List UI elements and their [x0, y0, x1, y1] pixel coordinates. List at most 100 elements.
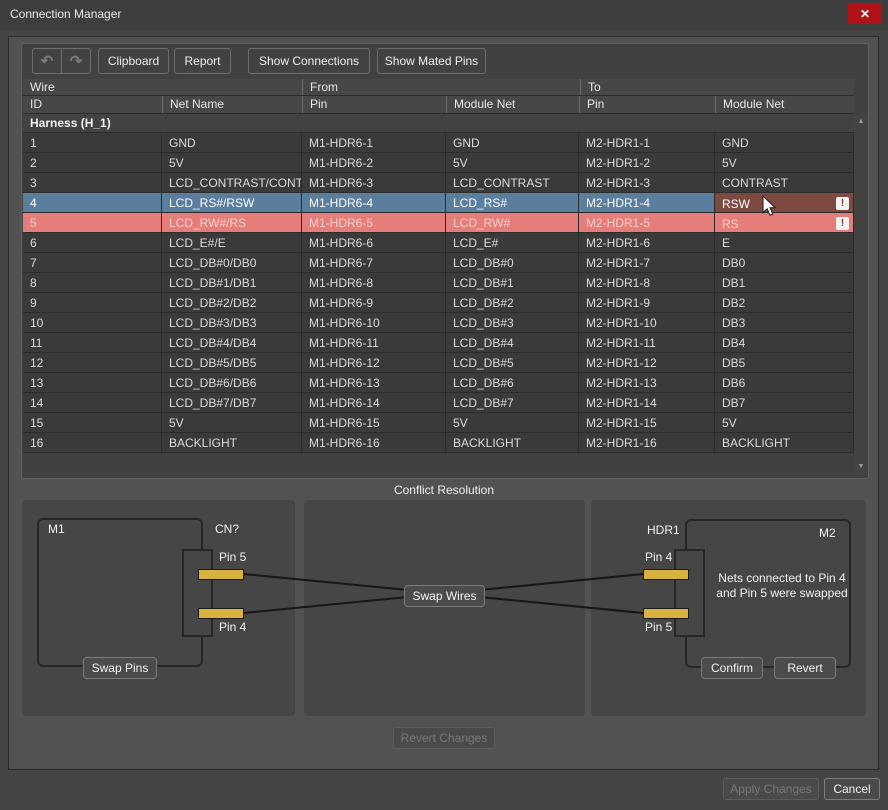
show-connections-button[interactable]: Show Connections: [248, 48, 370, 74]
cell-from_pin[interactable]: M1-HDR6-13: [302, 373, 446, 392]
cell-id[interactable]: 15: [23, 413, 162, 432]
cell-id[interactable]: 8: [23, 273, 162, 292]
cell-from_net[interactable]: 5V: [446, 153, 579, 172]
cell-to_net[interactable]: 5V: [715, 153, 854, 172]
cell-id[interactable]: 7: [23, 253, 162, 272]
cell-net[interactable]: BACKLIGHT: [162, 433, 302, 452]
cell-to_pin[interactable]: M2-HDR1-4: [579, 193, 715, 212]
confirm-button[interactable]: Confirm: [701, 657, 763, 679]
cell-id[interactable]: 3: [23, 173, 162, 192]
table-row[interactable]: 9LCD_DB#2/DB2M1-HDR6-9LCD_DB#2M2-HDR1-9D…: [23, 293, 854, 313]
cell-from_net[interactable]: LCD_DB#1: [446, 273, 579, 292]
cell-to_net[interactable]: DB7: [715, 393, 854, 412]
col-header-from-pin[interactable]: Pin: [302, 96, 446, 113]
cell-from_net[interactable]: 5V: [446, 413, 579, 432]
cell-id[interactable]: 1: [23, 133, 162, 152]
cell-from_pin[interactable]: M1-HDR6-5: [302, 213, 446, 232]
cell-id[interactable]: 13: [23, 373, 162, 392]
cell-to_net[interactable]: DB4: [715, 333, 854, 352]
cell-from_pin[interactable]: M1-HDR6-4: [302, 193, 446, 212]
cell-from_pin[interactable]: M1-HDR6-3: [302, 173, 446, 192]
report-button[interactable]: Report: [174, 48, 231, 74]
col-header-from-module-net[interactable]: Module Net: [446, 96, 579, 113]
cell-to_pin[interactable]: M2-HDR1-16: [579, 433, 715, 452]
cell-from_pin[interactable]: M1-HDR6-15: [302, 413, 446, 432]
cell-from_net[interactable]: LCD_DB#7: [446, 393, 579, 412]
table-row[interactable]: 25VM1-HDR6-25VM2-HDR1-25V: [23, 153, 854, 173]
cell-to_pin[interactable]: M2-HDR1-3: [579, 173, 715, 192]
cell-id[interactable]: 14: [23, 393, 162, 412]
cell-to_pin[interactable]: M2-HDR1-11: [579, 333, 715, 352]
table-row[interactable]: 7LCD_DB#0/DB0M1-HDR6-7LCD_DB#0M2-HDR1-7D…: [23, 253, 854, 273]
cell-id[interactable]: 10: [23, 313, 162, 332]
clipboard-button[interactable]: Clipboard: [98, 48, 169, 74]
cell-from_net[interactable]: LCD_RS#: [446, 193, 579, 212]
cell-from_pin[interactable]: M1-HDR6-14: [302, 393, 446, 412]
cell-to_pin[interactable]: M2-HDR1-9: [579, 293, 715, 312]
table-row[interactable]: 155VM1-HDR6-155VM2-HDR1-155V: [23, 413, 854, 433]
cell-to_net[interactable]: BACKLIGHT: [715, 433, 854, 452]
cell-to_pin[interactable]: M2-HDR1-12: [579, 353, 715, 372]
cell-net[interactable]: LCD_DB#6/DB6: [162, 373, 302, 392]
cell-from_net[interactable]: LCD_DB#2: [446, 293, 579, 312]
col-header-to-module-net[interactable]: Module Net: [715, 96, 854, 113]
table-row[interactable]: 6LCD_E#/EM1-HDR6-6LCD_E#M2-HDR1-6E: [23, 233, 854, 253]
cell-net[interactable]: GND: [162, 133, 302, 152]
cell-from_net[interactable]: LCD_DB#3: [446, 313, 579, 332]
cell-from_pin[interactable]: M1-HDR6-6: [302, 233, 446, 252]
cell-net[interactable]: LCD_DB#3/DB3: [162, 313, 302, 332]
cell-to_pin[interactable]: M2-HDR1-13: [579, 373, 715, 392]
cell-net[interactable]: LCD_DB#5/DB5: [162, 353, 302, 372]
cell-to_net[interactable]: DB2: [715, 293, 854, 312]
table-row[interactable]: 8LCD_DB#1/DB1M1-HDR6-8LCD_DB#1M2-HDR1-8D…: [23, 273, 854, 293]
cell-net[interactable]: LCD_CONTRAST/CONTR...: [162, 173, 302, 192]
table-row[interactable]: 4LCD_RS#/RSWM1-HDR6-4LCD_RS#M2-HDR1-4RSW…: [23, 193, 854, 213]
cell-from_net[interactable]: LCD_DB#0: [446, 253, 579, 272]
cell-to_net[interactable]: DB5: [715, 353, 854, 372]
cell-to_pin[interactable]: M2-HDR1-8: [579, 273, 715, 292]
cell-to_net[interactable]: RSW!: [715, 193, 854, 212]
table-row[interactable]: 1GNDM1-HDR6-1GNDM2-HDR1-1GND: [23, 133, 854, 153]
swap-wires-button[interactable]: Swap Wires: [404, 585, 485, 607]
cell-from_pin[interactable]: M1-HDR6-11: [302, 333, 446, 352]
revert-button[interactable]: Revert: [774, 657, 836, 679]
m2-pin4[interactable]: [643, 569, 689, 580]
col-header-to-pin[interactable]: Pin: [579, 96, 715, 113]
table-row[interactable]: 12LCD_DB#5/DB5M1-HDR6-12LCD_DB#5M2-HDR1-…: [23, 353, 854, 373]
cell-to_net[interactable]: DB3: [715, 313, 854, 332]
cell-id[interactable]: 9: [23, 293, 162, 312]
cell-from_pin[interactable]: M1-HDR6-12: [302, 353, 446, 372]
group-header-to[interactable]: To: [580, 79, 854, 95]
table-row[interactable]: 11LCD_DB#4/DB4M1-HDR6-11LCD_DB#4M2-HDR1-…: [23, 333, 854, 353]
cell-from_pin[interactable]: M1-HDR6-2: [302, 153, 446, 172]
cell-to_pin[interactable]: M2-HDR1-15: [579, 413, 715, 432]
cell-from_net[interactable]: LCD_RW#: [446, 213, 579, 232]
table-row[interactable]: 16BACKLIGHTM1-HDR6-16BACKLIGHTM2-HDR1-16…: [23, 433, 854, 453]
redo-button[interactable]: ↷: [61, 48, 91, 74]
cell-to_net[interactable]: E: [715, 233, 854, 252]
cell-from_pin[interactable]: M1-HDR6-1: [302, 133, 446, 152]
cell-from_net[interactable]: LCD_DB#5: [446, 353, 579, 372]
cell-to_pin[interactable]: M2-HDR1-10: [579, 313, 715, 332]
cell-from_net[interactable]: LCD_E#: [446, 233, 579, 252]
scroll-down-button[interactable]: ▼: [854, 460, 868, 473]
m1-pin5[interactable]: [198, 569, 244, 580]
cell-net[interactable]: LCD_DB#1/DB1: [162, 273, 302, 292]
apply-changes-button[interactable]: Apply Changes: [723, 778, 819, 800]
cell-from_pin[interactable]: M1-HDR6-9: [302, 293, 446, 312]
cell-id[interactable]: 6: [23, 233, 162, 252]
cell-to_pin[interactable]: M2-HDR1-1: [579, 133, 715, 152]
cell-net[interactable]: LCD_DB#0/DB0: [162, 253, 302, 272]
cell-to_net[interactable]: DB6: [715, 373, 854, 392]
show-mated-pins-button[interactable]: Show Mated Pins: [377, 48, 486, 74]
m2-pin5[interactable]: [643, 608, 689, 619]
cell-net[interactable]: LCD_DB#4/DB4: [162, 333, 302, 352]
table-row[interactable]: 10LCD_DB#3/DB3M1-HDR6-10LCD_DB#3M2-HDR1-…: [23, 313, 854, 333]
cell-net[interactable]: LCD_DB#2/DB2: [162, 293, 302, 312]
cell-to_pin[interactable]: M2-HDR1-6: [579, 233, 715, 252]
scroll-up-button[interactable]: ▲: [854, 115, 868, 128]
cell-from_net[interactable]: LCD_DB#4: [446, 333, 579, 352]
cell-to_net[interactable]: DB1: [715, 273, 854, 292]
cell-from_pin[interactable]: M1-HDR6-16: [302, 433, 446, 452]
cell-id[interactable]: 4: [23, 193, 162, 212]
